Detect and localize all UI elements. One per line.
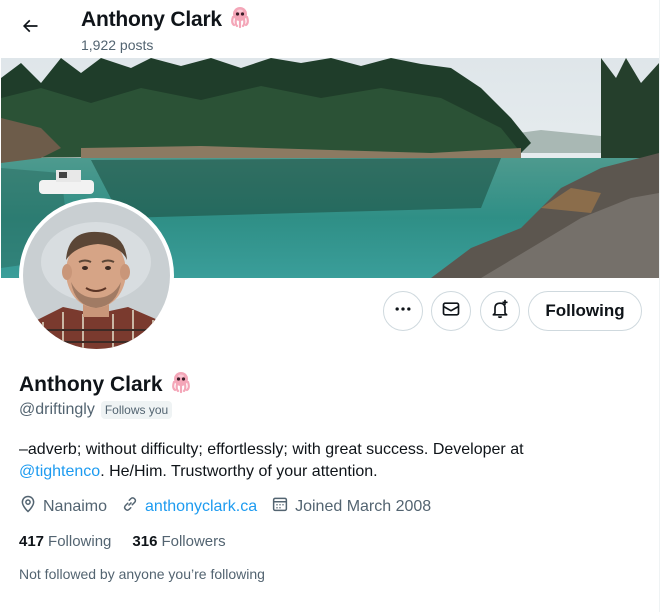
- avatar-photo: [23, 202, 170, 349]
- followers-stat-label: Followers: [161, 533, 226, 550]
- profile-avatar[interactable]: [19, 198, 174, 353]
- follow-stats: 417 Following 316 Followers: [19, 533, 247, 550]
- more-horizontal-icon: [393, 299, 413, 324]
- location-text: Nanaimo: [43, 497, 108, 515]
- profile-header: Anthony Clark 1,922 posts: [0, 0, 659, 58]
- bell-plus-icon: [490, 299, 510, 324]
- message-button[interactable]: [431, 291, 471, 331]
- handle-row: @driftingly Follows you: [19, 401, 173, 419]
- following-count: 417: [19, 533, 45, 550]
- website-link[interactable]: anthonyclark.ca: [145, 498, 257, 516]
- arrow-left-icon: [20, 16, 40, 41]
- envelope-icon: [441, 299, 461, 324]
- back-button[interactable]: [12, 10, 48, 46]
- following-stat-label: Following: [48, 533, 112, 550]
- followers-stat[interactable]: 316 Followers: [132, 533, 225, 550]
- header-title: Anthony Clark: [81, 5, 252, 35]
- bio-mention-link[interactable]: @tightenco: [19, 463, 100, 480]
- profile-handle: @driftingly: [19, 401, 95, 418]
- joined-text: Joined March 2008: [295, 497, 432, 515]
- profile-name-text: Anthony Clark: [19, 373, 163, 396]
- location-pin-icon: [19, 495, 37, 518]
- following-stat[interactable]: 417 Following: [19, 533, 111, 550]
- octopus-emoji-icon: [169, 370, 193, 400]
- more-button[interactable]: [383, 291, 423, 331]
- profile-meta: Nanaimo anthonyclark.ca Joined March 200…: [19, 495, 445, 518]
- following-button[interactable]: Following: [528, 291, 642, 331]
- followers-count: 316: [132, 533, 158, 550]
- calendar-icon: [271, 495, 289, 518]
- website-item: anthonyclark.ca: [121, 495, 257, 518]
- profile-bio: –adverb; without difficulty; effortlessl…: [19, 439, 639, 483]
- follows-you-badge: Follows you: [100, 401, 173, 419]
- link-icon: [121, 495, 139, 518]
- notifications-button[interactable]: [480, 291, 520, 331]
- header-name-text: Anthony Clark: [81, 8, 222, 31]
- profile-name: Anthony Clark: [19, 370, 193, 400]
- octopus-emoji-icon: [228, 5, 252, 35]
- bio-text-part-1: –adverb; without difficulty; effortlessl…: [19, 441, 524, 458]
- bio-text-part-2: . He/Him. Trustworthy of your attention.: [100, 463, 378, 480]
- mutual-followers-text: Not followed by anyone you’re following: [19, 566, 265, 582]
- location-item: Nanaimo: [19, 495, 107, 518]
- joined-item: Joined March 2008: [271, 495, 431, 518]
- posts-count: 1,922 posts: [81, 37, 154, 53]
